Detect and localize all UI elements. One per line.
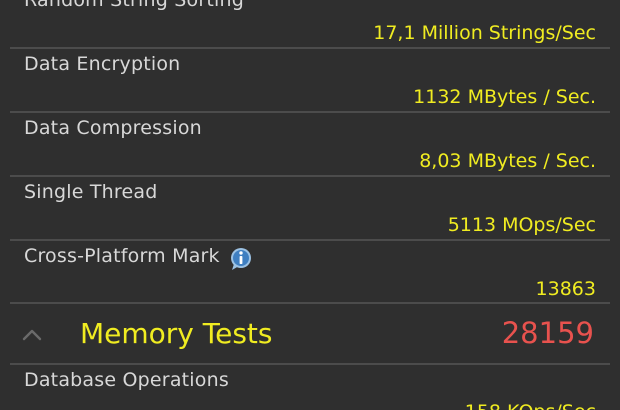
result-label: Cross-Platform Mark xyxy=(24,245,220,267)
result-row-random-string-sorting: Random String Sorting 17,1 Million Strin… xyxy=(0,0,620,48)
result-row-data-compression: Data Compression 8,03 MBytes / Sec. xyxy=(0,113,620,175)
result-value: 158 KOps/Sec xyxy=(465,401,596,410)
result-row-single-thread: Single Thread 5113 MOps/Sec xyxy=(0,177,620,239)
result-label: Single Thread xyxy=(24,181,158,203)
section-title: Memory Tests xyxy=(80,317,273,350)
result-label: Data Compression xyxy=(24,117,202,139)
result-value: 1132 MBytes / Sec. xyxy=(413,86,596,108)
result-value: 5113 MOps/Sec xyxy=(447,214,596,236)
result-value: 13863 xyxy=(535,278,596,300)
chevron-up-icon[interactable] xyxy=(22,326,42,341)
result-row-database-operations: Database Operations 158 KOps/Sec xyxy=(0,365,620,410)
section-score: 28159 xyxy=(501,316,594,350)
result-row-data-encryption: Data Encryption 1132 MBytes / Sec. xyxy=(0,49,620,111)
result-label: Database Operations xyxy=(24,369,229,391)
result-label: Random String Sorting xyxy=(24,0,244,11)
result-label: Data Encryption xyxy=(24,53,181,75)
result-row-cross-platform-mark: Cross-Platform Mark 13863 xyxy=(0,241,620,303)
section-header-memory-tests[interactable]: Memory Tests 28159 xyxy=(0,304,620,364)
result-value: 8,03 MBytes / Sec. xyxy=(419,150,596,172)
benchmark-results-screen: Random String Sorting 17,1 Million Strin… xyxy=(0,0,620,410)
result-value: 17,1 Million Strings/Sec xyxy=(373,22,596,44)
info-icon[interactable] xyxy=(229,247,253,271)
